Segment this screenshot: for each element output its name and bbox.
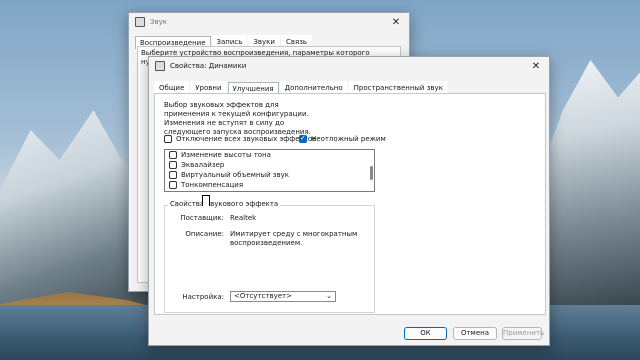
checkbox-box: [169, 181, 177, 189]
effect-label: Изменение высоты тона: [181, 151, 271, 159]
checkbox-box: [164, 135, 172, 143]
list-item[interactable]: Тонкомпенсация: [165, 180, 374, 190]
immediate-mode-checkbox[interactable]: Неотложный режим: [299, 134, 386, 143]
enhancements-intro: Выбор звуковых эффектов для применения к…: [164, 101, 311, 136]
setting-dropdown[interactable]: <Отсутствует> ⌄: [230, 291, 336, 302]
properties-title: Свойства: Динамики: [170, 62, 247, 70]
disable-all-effects-checkbox[interactable]: Отключение всех звуковых эффектов: [164, 135, 316, 143]
effect-label: Эквалайзер: [181, 161, 225, 169]
sound-titlebar[interactable]: Звук: [129, 13, 409, 31]
description-label: Описание:: [185, 230, 224, 238]
checkbox-checked-box: [299, 134, 307, 143]
provider-label: Поставщик:: [180, 214, 224, 222]
scrollbar-thumb[interactable]: [370, 166, 373, 180]
checkbox-box: [169, 171, 177, 179]
chevron-down-icon: ⌄: [326, 292, 332, 300]
apply-button[interactable]: Применить: [502, 327, 544, 340]
list-item[interactable]: Виртуальный объемный звук: [165, 170, 374, 180]
disable-all-label: Отключение всех звуковых эффектов: [176, 135, 317, 143]
cancel-button[interactable]: Отмена: [453, 327, 497, 340]
speaker-icon: [135, 17, 145, 27]
ok-button[interactable]: ОК: [404, 327, 447, 340]
effect-properties-title: Свойства звукового эффекта: [168, 200, 281, 208]
provider-value: Realtek: [230, 214, 257, 222]
checkbox-box: [169, 161, 177, 169]
list-item[interactable]: Изменение высоты тона: [165, 150, 374, 160]
close-icon: ✕: [391, 16, 401, 28]
list-item[interactable]: Эквалайзер: [165, 160, 374, 170]
properties-titlebar[interactable]: Свойства: Динамики: [149, 57, 549, 75]
mouse-cursor-icon: [202, 195, 210, 206]
setting-value: <Отсутствует>: [234, 292, 292, 300]
immediate-mode-label: Неотложный режим: [311, 135, 386, 143]
speaker-icon: [155, 61, 165, 71]
effects-list[interactable]: Изменение высоты тона Эквалайзер Виртуал…: [164, 149, 375, 192]
sound-close-button[interactable]: ✕: [385, 14, 407, 30]
sound-title: Звук: [150, 18, 167, 26]
properties-close-button[interactable]: ✕: [525, 58, 547, 74]
setting-label: Настройка:: [182, 293, 224, 301]
description-value: Имитирует среду с многократным воспроизв…: [230, 230, 358, 247]
close-icon: ✕: [531, 60, 541, 72]
checkbox-box: [169, 151, 177, 159]
effect-label: Виртуальный объемный звук: [181, 171, 290, 179]
effects-scrollbar[interactable]: [370, 152, 373, 189]
effect-label: Тонкомпенсация: [181, 181, 244, 189]
